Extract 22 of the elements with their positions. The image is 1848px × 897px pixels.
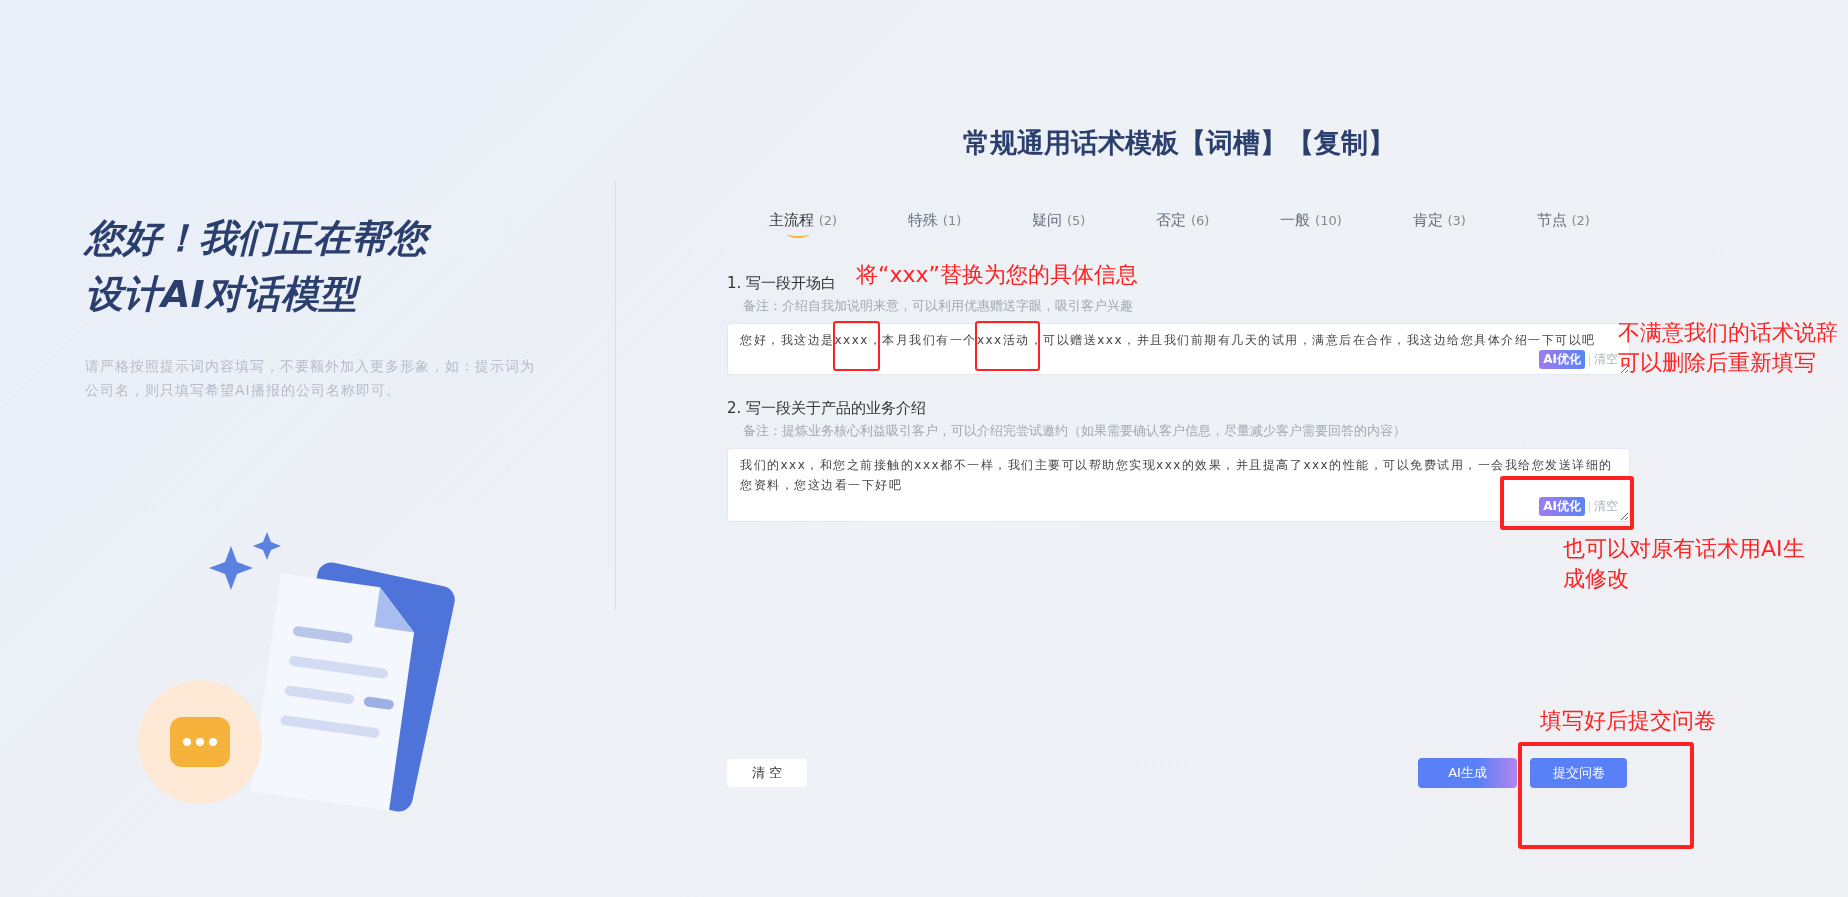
category-tab[interactable]: 肯定 (3) xyxy=(1412,211,1466,238)
ai-optimize-button[interactable]: AI优化 xyxy=(1539,350,1585,369)
highlight-frame xyxy=(833,321,880,371)
annotation-text: 填写好后提交问卷 xyxy=(1540,707,1716,735)
question-note: 备注：提炼业务核心利益吸引客户，可以介绍完尝试邀约（如果需要确认客户信息，尽量减少客户需要回答的内容） xyxy=(743,422,1406,440)
intro-heading: 您好！我们正在帮您 设计AI对话模型 xyxy=(85,210,615,322)
category-tab[interactable]: 主流程 (2) xyxy=(769,211,838,238)
question-label: 1. 写一段开场白 xyxy=(727,274,837,293)
annotation-text: 也可以对原有话术用AI生成修改 xyxy=(1563,535,1806,593)
category-tab[interactable]: 一般 (10) xyxy=(1280,211,1342,238)
category-tab[interactable]: 疑问 (5) xyxy=(1032,211,1086,238)
annotation-text: 将“xxx”替换为您的具体信息 xyxy=(856,262,1138,288)
category-tab[interactable]: 否定 (6) xyxy=(1156,211,1210,238)
category-tab[interactable]: 节点 (2) xyxy=(1536,211,1590,238)
category-tab[interactable]: 特殊 (1) xyxy=(908,211,962,238)
ai-generate-button[interactable]: AI生成 xyxy=(1418,758,1517,788)
submit-button[interactable]: 提交问卷 xyxy=(1530,758,1627,788)
question-label: 2. 写一段关于产品的业务介绍 xyxy=(727,399,927,418)
template-title: 常规通用话术模板【词槽】【复制】 xyxy=(961,126,1396,160)
ai-optimize-button[interactable]: AI优化 xyxy=(1539,497,1585,516)
question-note: 备注：介绍自我加说明来意，可以利用优惠赠送字眼，吸引客户兴趣 xyxy=(743,297,1133,315)
clear-button[interactable]: 清 空 xyxy=(727,759,807,787)
